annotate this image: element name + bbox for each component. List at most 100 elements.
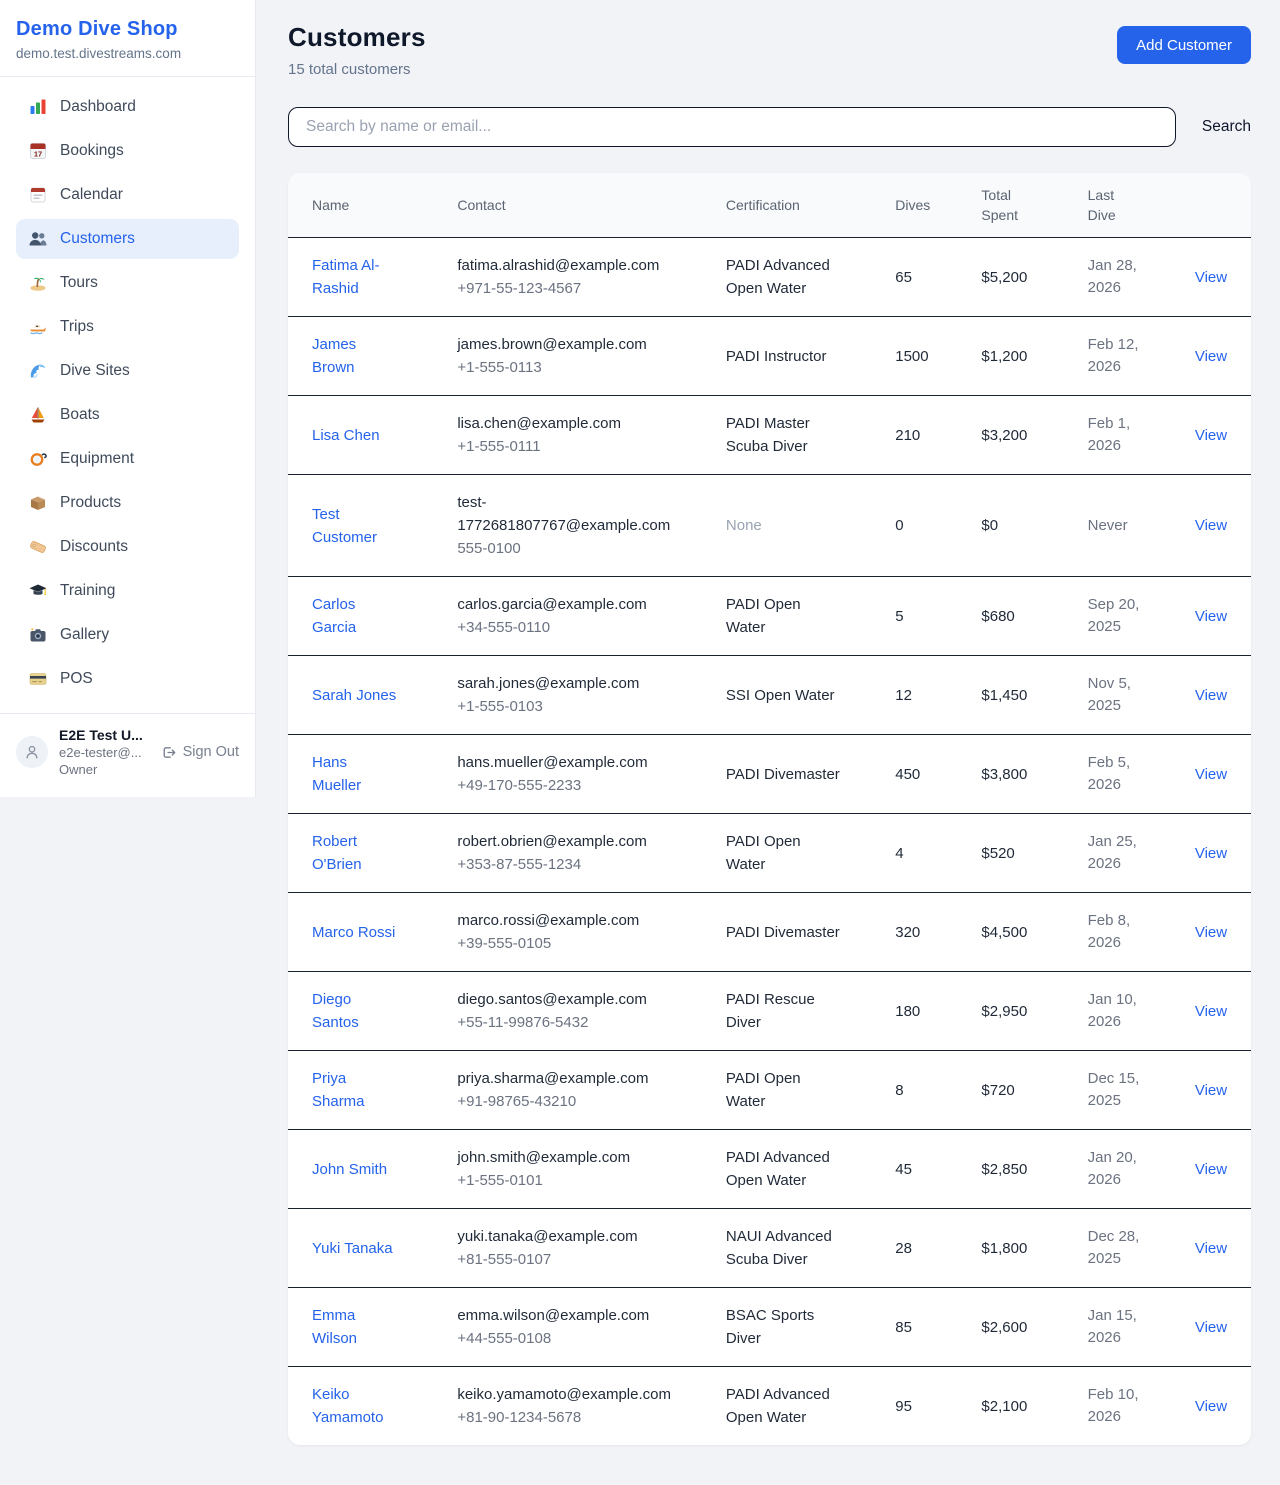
customer-total-spent: $1,450 bbox=[981, 687, 1027, 704]
customer-certification-cell: PADI Rescue Diver bbox=[726, 972, 895, 1051]
customer-view-cell: View bbox=[1195, 814, 1251, 893]
customer-total-spent-cell: $720 bbox=[981, 1051, 1087, 1130]
brand[interactable]: Demo Dive Shop demo.test.divestreams.com bbox=[0, 0, 255, 77]
sidebar-item-calendar[interactable]: Calendar bbox=[16, 175, 239, 215]
customer-name-link[interactable]: James Brown bbox=[312, 333, 400, 379]
customer-email: test-1772681807767@example.com bbox=[457, 491, 669, 537]
sidebar-item-trips[interactable]: Trips bbox=[16, 307, 239, 347]
customer-total-spent: $4,500 bbox=[981, 924, 1027, 941]
sidebar-item-equipment[interactable]: Equipment bbox=[16, 439, 239, 479]
customer-certification-cell: PADI Open Water bbox=[726, 1051, 895, 1130]
view-customer-link[interactable]: View bbox=[1195, 687, 1227, 704]
customer-name-link[interactable]: Emma Wilson bbox=[312, 1304, 400, 1350]
sidebar-item-bookings[interactable]: 17Bookings bbox=[16, 131, 239, 171]
customer-dives-cell: 1500 bbox=[895, 317, 981, 396]
view-customer-link[interactable]: View bbox=[1195, 1161, 1227, 1178]
table-row: Emma Wilsonemma.wilson@example.com+44-55… bbox=[288, 1288, 1251, 1367]
sidebar-item-tours[interactable]: Tours bbox=[16, 263, 239, 303]
sidebar: Demo Dive Shop demo.test.divestreams.com… bbox=[0, 0, 256, 797]
customer-name-link[interactable]: Marco Rossi bbox=[312, 921, 395, 944]
view-customer-link[interactable]: View bbox=[1195, 845, 1227, 862]
customer-name-link[interactable]: Robert O'Brien bbox=[312, 830, 400, 876]
customer-dives-cell: 320 bbox=[895, 893, 981, 972]
customer-certification: PADI Advanced Open Water bbox=[726, 1146, 842, 1192]
customer-dives-cell: 12 bbox=[895, 656, 981, 735]
customer-name-link[interactable]: Priya Sharma bbox=[312, 1067, 400, 1113]
customer-last-dive-cell: Jan 20, 2026 bbox=[1088, 1130, 1195, 1209]
customer-count: 15 total customers bbox=[288, 61, 426, 78]
table-row: Sarah Jonessarah.jones@example.com+1-555… bbox=[288, 656, 1251, 735]
sidebar-item-customers[interactable]: Customers bbox=[16, 219, 239, 259]
customer-dives: 1500 bbox=[895, 348, 928, 365]
search-input[interactable] bbox=[288, 107, 1176, 147]
customer-name-link[interactable]: Hans Mueller bbox=[312, 751, 400, 797]
customer-total-spent: $0 bbox=[981, 517, 998, 534]
sidebar-item-dashboard[interactable]: Dashboard bbox=[16, 87, 239, 127]
search-row: Search bbox=[288, 107, 1251, 147]
customer-certification: PADI Advanced Open Water bbox=[726, 254, 842, 300]
view-customer-link[interactable]: View bbox=[1195, 1082, 1227, 1099]
user-info: E2E Test U... e2e-tester@... Owner bbox=[59, 727, 149, 777]
column-header-label: Total Spent bbox=[981, 185, 1025, 225]
customer-name-link[interactable]: Test Customer bbox=[312, 503, 400, 549]
view-customer-link[interactable]: View bbox=[1195, 517, 1227, 534]
sidebar-item-discounts[interactable]: Discounts bbox=[16, 527, 239, 567]
sidebar-item-pos[interactable]: POS bbox=[16, 659, 239, 699]
table-body: Fatima Al-Rashidfatima.alrashid@example.… bbox=[288, 238, 1251, 1446]
add-customer-button[interactable]: Add Customer bbox=[1117, 26, 1251, 64]
sidebar-item-training[interactable]: Training bbox=[16, 571, 239, 611]
customer-name-link[interactable]: Carlos Garcia bbox=[312, 593, 400, 639]
sidebar-item-gallery[interactable]: Gallery bbox=[16, 615, 239, 655]
view-customer-link[interactable]: View bbox=[1195, 348, 1227, 365]
customer-last-dive-cell: Jan 25, 2026 bbox=[1088, 814, 1195, 893]
customer-name-link[interactable]: Diego Santos bbox=[312, 988, 400, 1034]
search-button[interactable]: Search bbox=[1176, 118, 1251, 136]
customer-phone: +39-555-0105 bbox=[457, 932, 669, 955]
customer-name-link[interactable]: Sarah Jones bbox=[312, 684, 396, 707]
view-customer-link[interactable]: View bbox=[1195, 1003, 1227, 1020]
equipment-icon bbox=[28, 449, 48, 469]
customer-name-cell: Hans Mueller bbox=[288, 735, 457, 814]
sidebar-item-label: Discounts bbox=[60, 538, 128, 556]
column-header-label: Dives bbox=[895, 197, 930, 213]
customer-name-link[interactable]: Fatima Al-Rashid bbox=[312, 254, 400, 300]
customers-table-card: NameContactCertificationDivesTotal Spent… bbox=[288, 173, 1251, 1445]
sidebar-item-products[interactable]: Products bbox=[16, 483, 239, 523]
column-header-certification: Certification bbox=[726, 173, 895, 238]
customer-view-cell: View bbox=[1195, 1051, 1251, 1130]
customer-dives: 12 bbox=[895, 687, 912, 704]
customer-name-link[interactable]: Yuki Tanaka bbox=[312, 1237, 393, 1260]
view-customer-link[interactable]: View bbox=[1195, 427, 1227, 444]
customer-total-spent-cell: $3,200 bbox=[981, 396, 1087, 475]
view-customer-link[interactable]: View bbox=[1195, 766, 1227, 783]
customer-total-spent-cell: $4,500 bbox=[981, 893, 1087, 972]
sidebar-item-label: Dashboard bbox=[60, 98, 136, 116]
customer-last-dive-cell: Jan 15, 2026 bbox=[1088, 1288, 1195, 1367]
table-row: Robert O'Brienrobert.obrien@example.com+… bbox=[288, 814, 1251, 893]
customer-total-spent: $2,100 bbox=[981, 1398, 1027, 1415]
page: Demo Dive Shop demo.test.divestreams.com… bbox=[0, 0, 1280, 1475]
view-customer-link[interactable]: View bbox=[1195, 608, 1227, 625]
sidebar-item-dive-sites[interactable]: Dive Sites bbox=[16, 351, 239, 391]
column-header-name: Name bbox=[288, 173, 457, 238]
sign-out-button[interactable]: Sign Out bbox=[160, 744, 239, 761]
customer-dives-cell: 0 bbox=[895, 475, 981, 577]
discounts-icon bbox=[28, 537, 48, 557]
view-customer-link[interactable]: View bbox=[1195, 1398, 1227, 1415]
column-header-label: Last Dive bbox=[1088, 185, 1132, 225]
customer-total-spent: $2,950 bbox=[981, 1003, 1027, 1020]
customer-certification: PADI Advanced Open Water bbox=[726, 1383, 842, 1429]
customer-certification: PADI Rescue Diver bbox=[726, 988, 842, 1034]
view-customer-link[interactable]: View bbox=[1195, 269, 1227, 286]
customer-name-link[interactable]: Lisa Chen bbox=[312, 424, 380, 447]
view-customer-link[interactable]: View bbox=[1195, 1319, 1227, 1336]
view-customer-link[interactable]: View bbox=[1195, 924, 1227, 941]
customer-last-dive-cell: Feb 1, 2026 bbox=[1088, 396, 1195, 475]
sidebar-item-boats[interactable]: Boats bbox=[16, 395, 239, 435]
view-customer-link[interactable]: View bbox=[1195, 1240, 1227, 1257]
customer-name-link[interactable]: John Smith bbox=[312, 1158, 387, 1181]
customer-total-spent: $3,200 bbox=[981, 427, 1027, 444]
customer-certification: PADI Open Water bbox=[726, 830, 842, 876]
customer-name-link[interactable]: Keiko Yamamoto bbox=[312, 1383, 400, 1429]
customer-last-dive: Feb 8, 2026 bbox=[1088, 910, 1152, 954]
